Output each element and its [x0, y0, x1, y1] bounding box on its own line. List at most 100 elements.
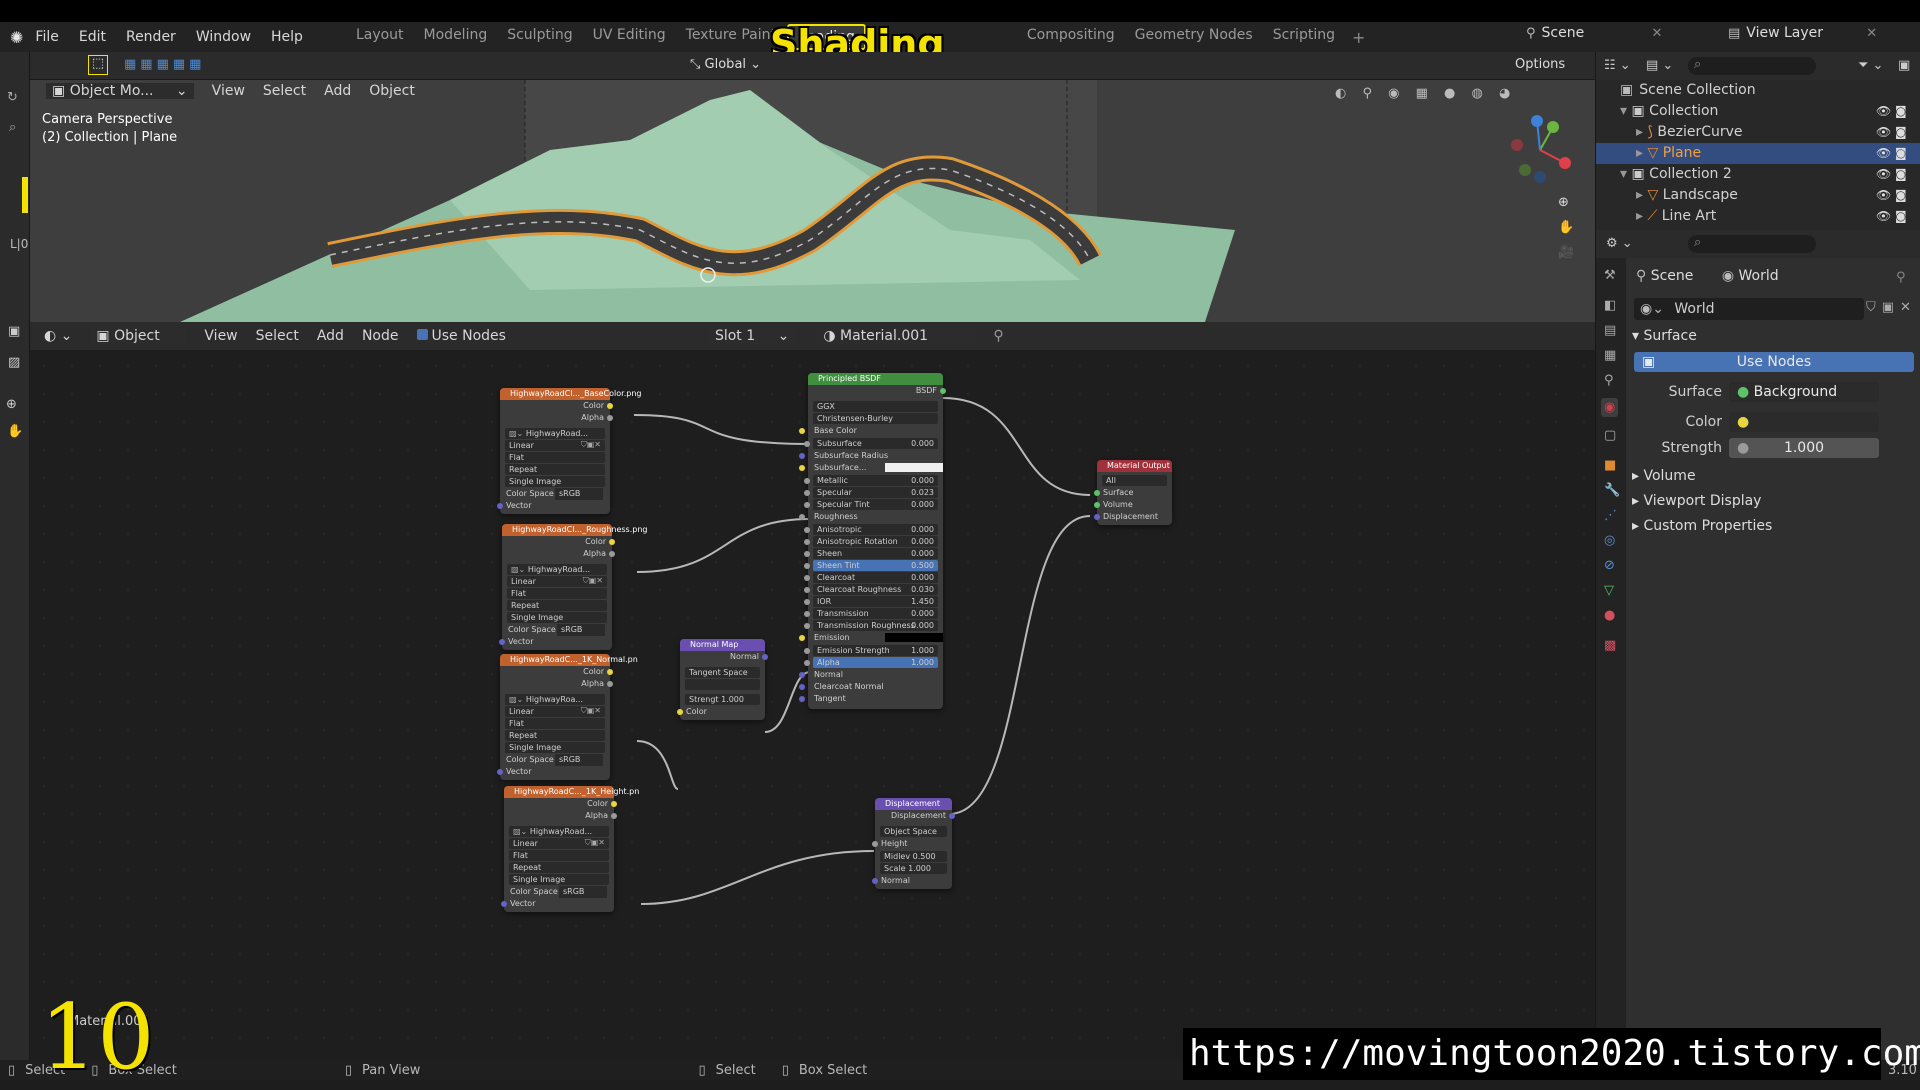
collection-tab-icon[interactable]: ▢ — [1604, 428, 1616, 443]
output-tab-icon[interactable]: ▤ — [1604, 323, 1616, 338]
image-actions-icon[interactable]: ⛉▣✕ — [581, 705, 601, 716]
socket-icon[interactable] — [799, 453, 805, 459]
close-icon[interactable]: ✕ — [1866, 26, 1877, 41]
node-dropdown[interactable]: Flat — [505, 452, 605, 463]
world-actions[interactable]: ⛉▣✕ — [1866, 300, 1917, 315]
socket-icon[interactable] — [872, 878, 878, 884]
socket-icon[interactable] — [804, 441, 810, 447]
visibility-icon[interactable]: 👁 ◙ — [1876, 143, 1907, 164]
socket-icon[interactable] — [940, 388, 946, 394]
node-dropdown[interactable]: Single Image — [505, 476, 605, 487]
scale-field[interactable]: Scale 1.000 — [880, 863, 947, 874]
tab-uv-editing[interactable]: UV Editing — [584, 24, 675, 50]
socket-icon[interactable] — [799, 635, 805, 641]
node-dropdown[interactable]: Single Image — [509, 874, 609, 885]
new-collection-icon[interactable]: ▣ — [1898, 58, 1910, 73]
node-header[interactable]: Principled BSDF — [808, 373, 943, 385]
socket-icon[interactable] — [611, 813, 617, 819]
outliner-row[interactable]: ▾ ▣ Collection 👁 ◙ — [1596, 101, 1920, 122]
outliner-search-input[interactable]: ⌕ — [1688, 57, 1816, 75]
node-menu-node[interactable]: Node — [362, 328, 399, 344]
socket-icon[interactable] — [799, 514, 805, 520]
node-editor-type-icon[interactable]: ▣ — [8, 324, 20, 339]
image-texture-node[interactable]: HighwayRoadCl..._Roughness.png Color Alpha… — [499, 524, 648, 650]
node-dropdown[interactable]: Repeat — [509, 862, 609, 873]
socket-icon[interactable] — [804, 527, 810, 533]
filter-icon[interactable]: ⏷ ⌄ — [1858, 58, 1883, 73]
bsdf-input-field[interactable]: Anisotropic Rotation 0.000 — [804, 536, 938, 547]
socket-icon[interactable] — [799, 428, 805, 434]
viewport-menu-object[interactable]: Object — [369, 83, 415, 99]
physics-tab-icon[interactable]: ◎ — [1604, 533, 1615, 548]
color-swatch[interactable] — [885, 463, 943, 472]
bsdf-input-field[interactable]: Clearcoat Roughness 0.030 — [804, 584, 938, 595]
menu-help[interactable]: Help — [271, 29, 303, 45]
socket-icon[interactable] — [804, 502, 810, 508]
editor-type-icon[interactable]: ◐ ⌄ — [44, 328, 72, 344]
visibility-icon[interactable]: 👁 ◙ — [1876, 206, 1907, 227]
add-workspace-icon[interactable]: + — [1352, 28, 1365, 47]
bsdf-input-field[interactable]: Specular Tint 0.000 — [804, 499, 938, 510]
material-selector[interactable]: ◑ Material.001 — [815, 328, 976, 344]
tab-scripting[interactable]: Scripting — [1264, 24, 1344, 50]
bsdf-input-field[interactable]: Sheen 0.000 — [804, 548, 938, 559]
target-dropdown[interactable]: All — [1102, 475, 1167, 486]
socket-icon[interactable] — [804, 660, 810, 666]
node-header[interactable]: HighwayRoadC..._1K_Normal.pn — [500, 654, 638, 666]
image-actions-icon[interactable]: ⛉▣✕ — [581, 439, 601, 450]
socket-icon[interactable] — [499, 639, 505, 645]
socket-icon[interactable] — [799, 465, 805, 471]
bsdf-input-field[interactable]: Transmission Roughness 0.000 — [804, 620, 938, 631]
socket-icon[interactable] — [1094, 514, 1100, 520]
slot-dropdown[interactable]: Slot 1 ⌄ — [706, 328, 798, 344]
view-layer-selector[interactable]: ▤ View Layer ✕ — [1728, 25, 1877, 41]
properties-search-input[interactable]: ⌕ — [1688, 235, 1816, 253]
socket-icon[interactable] — [804, 551, 810, 557]
node-dropdown[interactable]: Flat — [507, 588, 607, 599]
socket-icon[interactable] — [949, 813, 955, 819]
outliner-row[interactable]: ▸ ▽ Plane 👁 ◙ — [1596, 143, 1920, 164]
blender-logo-icon[interactable]: ✺ — [10, 28, 23, 47]
uv-map-field[interactable] — [685, 679, 760, 690]
node-dropdown[interactable]: Single Image — [505, 742, 605, 753]
image-texture-node[interactable]: HighwayRoadC..._1K_Normal.pn Color Alpha ▨⌄… — [497, 654, 638, 780]
world-selector[interactable]: ◉⌄ World — [1634, 298, 1864, 320]
image-selector[interactable]: ▨⌄ HighwayRoad... ⛉▣✕ — [507, 564, 607, 585]
tab-layout[interactable]: Layout — [347, 24, 413, 50]
socket-icon[interactable] — [804, 611, 810, 617]
socket-icon[interactable] — [799, 684, 805, 690]
space-dropdown[interactable]: Object Space — [880, 826, 947, 837]
image-selector[interactable]: ▨⌄ HighwayRoad... ⛉▣✕ — [509, 826, 609, 847]
particles-tab-icon[interactable]: ⋰ — [1604, 508, 1617, 523]
menu-render[interactable]: Render — [126, 29, 176, 45]
scene-tab-icon[interactable]: ⚲ — [1604, 373, 1614, 388]
viewport-menu-view[interactable]: View — [212, 83, 245, 99]
distribution-dropdown[interactable]: GGX — [813, 401, 938, 412]
pin-icon[interactable]: ⚲ — [1896, 270, 1906, 285]
socket-icon[interactable] — [762, 654, 768, 660]
socket-icon[interactable] — [497, 769, 503, 775]
displacement-node[interactable]: Displacement Displacement Object Space Heig… — [872, 798, 955, 889]
node-menu-add[interactable]: Add — [317, 328, 344, 344]
pin-icon[interactable]: ⚲ — [993, 328, 1003, 344]
object-dropdown[interactable]: ▣ Object — [90, 328, 187, 344]
surface-shader-dropdown[interactable]: ● Background — [1729, 382, 1879, 402]
tab-texture-paint[interactable]: Texture Paint — [677, 24, 785, 50]
node-header[interactable]: Material Output — [1097, 460, 1172, 472]
socket-icon[interactable] — [607, 669, 613, 675]
visibility-icon[interactable]: 👁 ◙ — [1876, 185, 1907, 206]
viewport-menu-select[interactable]: Select — [263, 83, 306, 99]
node-header[interactable]: HighwayRoadCl..._Roughness.png — [502, 524, 648, 536]
outliner-row[interactable]: ▸ ⟆ BezierCurve 👁 ◙ — [1596, 122, 1920, 143]
bsdf-input-field[interactable]: Subsurface 0.000 — [804, 438, 938, 449]
color-field[interactable]: ● — [1729, 412, 1879, 432]
select-box-tool-icon[interactable]: ⬚ — [88, 55, 108, 75]
bsdf-input-field[interactable]: Alpha 1.000 — [804, 657, 938, 668]
hand-pan-icon[interactable]: ✋ — [7, 424, 23, 439]
socket-icon[interactable] — [799, 696, 805, 702]
material-tab-icon[interactable]: ● — [1604, 608, 1615, 623]
visibility-icon[interactable]: 👁 ◙ — [1876, 122, 1907, 143]
bsdf-input-field[interactable]: Specular 0.023 — [804, 487, 938, 498]
principled-bsdf-node[interactable]: Principled BSDF BSDF GGX Christensen-Burley… — [799, 373, 946, 709]
object-tab-icon[interactable]: ■ — [1604, 458, 1616, 473]
